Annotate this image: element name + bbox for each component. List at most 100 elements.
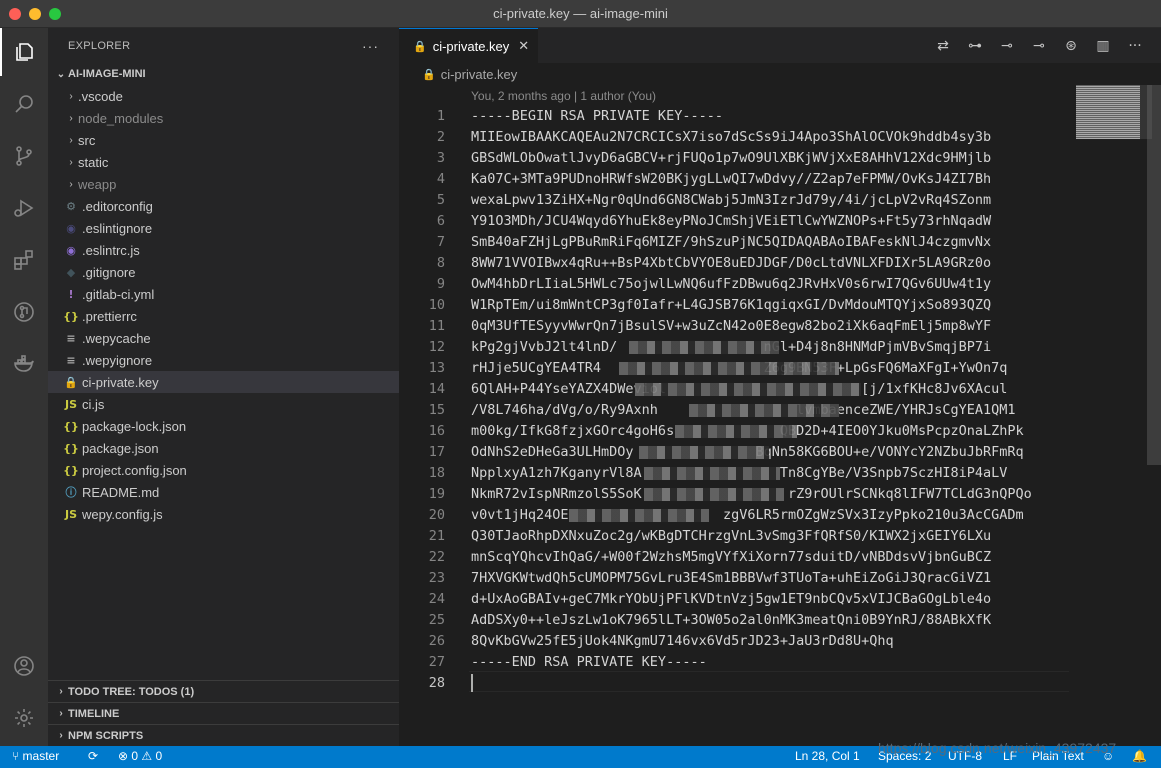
open-changes-icon[interactable]: ⇄ bbox=[927, 38, 959, 54]
minimap[interactable] bbox=[1076, 85, 1140, 139]
chevron-right-icon: › bbox=[59, 730, 63, 741]
code-line[interactable]: 23 7HXVGKWtwdQh5cUMOPM75GvLru3E4Sm1BBBVwf… bbox=[399, 567, 1032, 588]
settings-gear-icon[interactable] bbox=[0, 694, 48, 742]
more-actions-icon[interactable]: ··· bbox=[1119, 38, 1151, 54]
code-line[interactable]: 4 Ka07C+3MTa9PUDnoHRWfsW20BKjygLLwQI7wDdv… bbox=[399, 168, 1032, 189]
line-text: GBSdWLObOwatlJvyD6aGBCV+rjFUQo1p7wO9UlXB… bbox=[471, 149, 992, 166]
file-label: project.config.json bbox=[82, 462, 187, 478]
line-text: mnScqYQhcvIhQaG/+W00f2WzhsM5mgVYfXiXorn7… bbox=[471, 548, 992, 565]
line-text: MIIEowIBAAKCAQEAu2N7CRCICsX7iso7dScSs9iJ… bbox=[471, 128, 992, 145]
cursor-position[interactable]: Ln 28, Col 1 bbox=[795, 749, 860, 763]
notifications-icon[interactable]: 🔔 bbox=[1132, 749, 1147, 763]
vertical-scrollbar[interactable] bbox=[1147, 85, 1161, 465]
file-item[interactable]: ≡ .wepycache bbox=[48, 327, 399, 349]
sync-icon[interactable]: ⟳ bbox=[88, 749, 98, 763]
code-line[interactable]: 2 MIIEowIBAAKCAQEAu2N7CRCICsX7iso7dScSs9i… bbox=[399, 126, 1032, 147]
code-line[interactable]: 26 8QvKbGVw25fE5jUok4NKgmU7146vx6Vd5rJD23… bbox=[399, 630, 1032, 651]
code-line[interactable]: 3 GBSdWLObOwatlJvyD6aGBCV+rjFUQo1p7wO9UlX… bbox=[399, 147, 1032, 168]
line-text: -----END RSA PRIVATE KEY----- bbox=[471, 653, 707, 670]
more-actions-icon[interactable]: ··· bbox=[362, 38, 379, 54]
file-item[interactable]: {} package.json bbox=[48, 437, 399, 459]
code-line[interactable]: 21 Q30TJaoRhpDXNxuZoc2g/wKBgDTCHrzgVnL3vS… bbox=[399, 525, 1032, 546]
file-item[interactable]: 🔒 ci-private.key bbox=[48, 371, 399, 393]
folder-item[interactable]: › src bbox=[48, 129, 399, 151]
code-line[interactable]: 28 bbox=[399, 672, 1032, 693]
file-item[interactable]: ◆ .gitignore bbox=[48, 261, 399, 283]
file-item[interactable]: JS wepy.config.js bbox=[48, 503, 399, 525]
tab-label: ci-private.key bbox=[432, 38, 510, 54]
file-label: README.md bbox=[82, 484, 160, 500]
account-icon[interactable] bbox=[0, 642, 48, 690]
close-tab-icon[interactable]: ✕ bbox=[518, 38, 529, 54]
todo-tree-section[interactable]: › TODO TREE: TODOS (1) bbox=[48, 680, 399, 702]
code-line[interactable]: 5 wexaLpwv13ZiHX+Ngr0qUnd6GN8CWabj5JmN3Iz… bbox=[399, 189, 1032, 210]
code-line[interactable]: 25 AdDSXy0++leJszLw1oK7965lLT+3OW05o2al0n… bbox=[399, 609, 1032, 630]
extensions-icon[interactable] bbox=[0, 236, 48, 284]
file-item[interactable]: ⚙ .editorconfig bbox=[48, 195, 399, 217]
watermark: https://blog.csdn.net/weixin_43972437 bbox=[878, 740, 1117, 756]
file-type-icon: ⓘ bbox=[65, 486, 77, 499]
file-item[interactable]: {} package-lock.json bbox=[48, 415, 399, 437]
split-editor-icon[interactable]: ▥ bbox=[1087, 38, 1119, 54]
line-text: v0vt1jHq24OE zgV6LR5rmOZgWzSVx3IzyPpko21… bbox=[471, 506, 1024, 523]
code-line[interactable]: 27 -----END RSA PRIVATE KEY----- bbox=[399, 651, 1032, 672]
code-line[interactable]: 24 d+UxAoGBAIv+geC7MkrYObUjPFlKVDtnVzj5gw… bbox=[399, 588, 1032, 609]
folder-item[interactable]: › node_modules bbox=[48, 107, 399, 129]
line-number: 8 bbox=[436, 254, 445, 271]
line-number: 14 bbox=[428, 380, 445, 397]
workspace-root-folder[interactable]: ⌄ AI-IMAGE-MINI bbox=[48, 63, 399, 85]
file-label: package-lock.json bbox=[82, 418, 187, 434]
line-number: 28 bbox=[428, 674, 445, 691]
chevron-right-icon: › bbox=[59, 708, 63, 719]
explorer-icon[interactable] bbox=[0, 28, 48, 76]
workspace-root-label: AI-IMAGE-MINI bbox=[68, 68, 146, 80]
folder-item[interactable]: › static bbox=[48, 151, 399, 173]
problems-indicator[interactable]: ⊗ 0 ⚠ 0 bbox=[118, 749, 162, 763]
code-line[interactable]: 7 SmB40aFZHjLgPBuRmRiFq6MIZF/9hSzuPjNC5QI… bbox=[399, 231, 1032, 252]
code-line[interactable]: 9 OwM4hbDrLIiaL5HWLc75ojwlLwNQ6ufFzDBwu6q… bbox=[399, 273, 1032, 294]
git-commit-icon[interactable]: ⊶ bbox=[959, 38, 991, 54]
code-line[interactable]: 20 v0vt1jHq24OE zgV6LR5rmOZgWzSVx3IzyPpko… bbox=[399, 504, 1032, 525]
branch-indicator[interactable]: ⑂ master bbox=[12, 749, 59, 763]
line-number: 23 bbox=[428, 569, 445, 586]
source-control-icon[interactable] bbox=[0, 132, 48, 180]
gitlens-blame-icon[interactable]: ⊛ bbox=[1055, 38, 1087, 54]
code-line[interactable]: 11 0qM3UfTESyyvWwrQn7jBsulSV+w3uZcN42o0E8… bbox=[399, 315, 1032, 336]
docker-icon[interactable] bbox=[0, 340, 48, 388]
file-item[interactable]: {} project.config.json bbox=[48, 459, 399, 481]
redaction-block bbox=[644, 488, 784, 501]
line-number: 13 bbox=[428, 359, 445, 376]
code-line[interactable]: 10 W1RpTEm/ui8mWntCP3gf0Iafr+L4GJSB76K1qg… bbox=[399, 294, 1032, 315]
folder-item[interactable]: › weapp bbox=[48, 173, 399, 195]
previous-revision-icon[interactable]: ⊸ bbox=[991, 38, 1023, 54]
code-line[interactable]: 1 -----BEGIN RSA PRIVATE KEY----- bbox=[399, 105, 1032, 126]
file-item[interactable]: ≡ .wepyignore bbox=[48, 349, 399, 371]
code-line[interactable]: 22 mnScqYQhcvIhQaG/+W00f2WzhsM5mgVYfXiXor… bbox=[399, 546, 1032, 567]
blame-annotation[interactable]: You, 2 months ago | 1 author (You) bbox=[471, 89, 656, 103]
file-item[interactable]: JS ci.js bbox=[48, 393, 399, 415]
file-item[interactable]: ! .gitlab-ci.yml bbox=[48, 283, 399, 305]
file-item[interactable]: {} .prettierrc bbox=[48, 305, 399, 327]
folder-item[interactable]: › .vscode bbox=[48, 85, 399, 107]
breadcrumb[interactable]: 🔒 ci-private.key bbox=[399, 63, 1161, 85]
npm-scripts-section[interactable]: › NPM SCRIPTS bbox=[48, 724, 399, 746]
run-debug-icon[interactable] bbox=[0, 184, 48, 232]
line-number: 6 bbox=[436, 212, 445, 229]
line-number: 10 bbox=[428, 296, 445, 313]
gitlens-icon[interactable] bbox=[0, 288, 48, 336]
file-item[interactable]: ⓘ README.md bbox=[48, 481, 399, 503]
line-number: 9 bbox=[436, 275, 445, 292]
code-line[interactable]: 6 Y91O3MDh/JCU4Wqyd6YhuEk8eyPNoJCmShjVEiE… bbox=[399, 210, 1032, 231]
explorer-title: EXPLORER bbox=[68, 39, 131, 52]
tab-ci-private-key[interactable]: 🔒 ci-private.key ✕ bbox=[399, 28, 538, 63]
search-icon[interactable] bbox=[0, 80, 48, 128]
file-item[interactable]: ◉ .eslintrc.js bbox=[48, 239, 399, 261]
code-line[interactable]: 8 8WW71VVOIBwx4qRu++BsP4XbtCbVYOE8uEDJDGF… bbox=[399, 252, 1032, 273]
file-label: .gitignore bbox=[82, 264, 136, 280]
file-item[interactable]: ◉ .eslintignore bbox=[48, 217, 399, 239]
activity-bar bbox=[0, 28, 48, 746]
code-lines[interactable]: 1 -----BEGIN RSA PRIVATE KEY----- 2 MIIEowI… bbox=[399, 105, 1032, 693]
next-revision-icon[interactable]: ⊸ bbox=[1023, 38, 1055, 54]
timeline-section[interactable]: › TIMELINE bbox=[48, 702, 399, 724]
breadcrumb-file[interactable]: ci-private.key bbox=[441, 67, 518, 82]
